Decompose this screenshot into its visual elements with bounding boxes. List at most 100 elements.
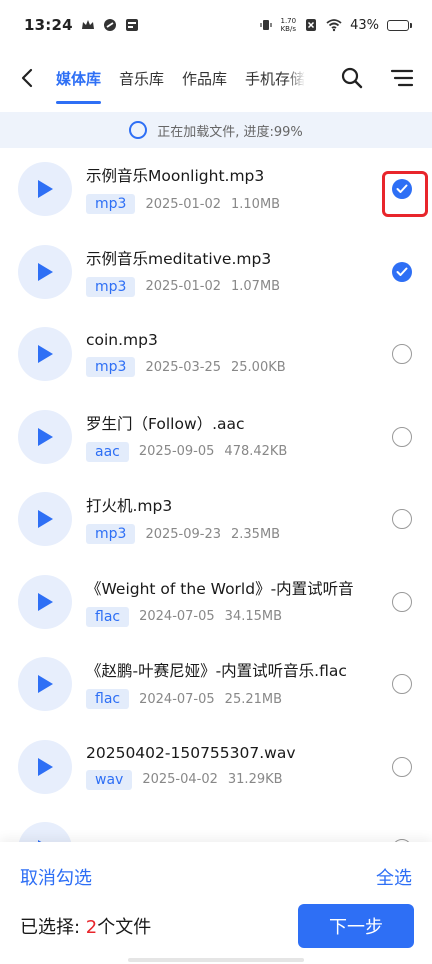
- tab-media-library[interactable]: 媒体库: [56, 50, 102, 106]
- file-info: 罗生门（Follow）.aac aac 2025-09-05 478.42KB: [86, 412, 432, 462]
- crown-icon: [81, 20, 94, 29]
- tab-music-library[interactable]: 音乐库: [119, 50, 164, 106]
- select-checkbox[interactable]: [392, 509, 412, 530]
- file-list-item[interactable]: 示例音乐meditative.mp3 mp3 2025-01-02 1.07MB: [0, 231, 432, 314]
- select-checkbox[interactable]: [392, 426, 412, 447]
- sort-icon[interactable]: [390, 66, 414, 90]
- play-button[interactable]: [18, 822, 72, 842]
- play-button[interactable]: [18, 657, 72, 712]
- status-time: 13:24: [24, 16, 73, 34]
- play-button[interactable]: [18, 162, 72, 217]
- no-sim-icon: [306, 19, 317, 31]
- file-name: 示例音乐Moonlight.mp3: [86, 167, 265, 186]
- home-indicator: [128, 958, 304, 962]
- file-list-item[interactable]: 示例音乐Moonlight.mp3 mp3 2025-01-02 1.10MB: [0, 148, 432, 231]
- deselect-button[interactable]: 取消勾选: [20, 864, 92, 890]
- play-button[interactable]: [18, 244, 72, 299]
- file-size: 1.10MB: [231, 196, 281, 212]
- app-link-icon: [103, 19, 116, 31]
- file-list: 示例音乐Moonlight.mp3 mp3 2025-01-02 1.10MB …: [0, 148, 432, 842]
- file-list-item[interactable]: 《Weight of the World》-内置试听音 flac 2024-07…: [0, 561, 432, 644]
- wifi-icon: [326, 19, 342, 32]
- file-size: 1.07MB: [231, 279, 281, 295]
- play-button[interactable]: [18, 327, 72, 382]
- selected-prefix: 已选择:: [20, 917, 86, 938]
- play-icon: [38, 345, 53, 364]
- file-size: 31.29KB: [227, 772, 283, 788]
- file-name: coin.mp3: [86, 331, 158, 350]
- search-icon[interactable]: [340, 66, 364, 90]
- file-meta: mp3 2025-01-02 1.10MB: [86, 194, 432, 215]
- select-checkbox[interactable]: [392, 756, 412, 777]
- checkmark-icon: [396, 267, 408, 276]
- select-checkbox[interactable]: [392, 261, 412, 282]
- play-icon: [38, 427, 53, 446]
- file-info: coin.mp3 mp3 2025-03-25 25.00KB: [86, 331, 432, 378]
- net-speed-value: 1.70: [280, 17, 297, 25]
- highlight-box: [382, 171, 428, 217]
- file-date: 2025-09-05: [138, 444, 215, 460]
- top-nav: 媒体库 音乐库 作品库 手机存储: [0, 50, 432, 106]
- file-info: 打火机.mp3 mp3 2025-09-23 2.35MB: [86, 494, 432, 545]
- select-all-button[interactable]: 全选: [376, 864, 412, 890]
- file-info: 《Weight of the World》-内置试听音 flac 2024-07…: [86, 577, 432, 627]
- file-type-badge: mp3: [86, 276, 136, 297]
- vibrate-icon: [259, 20, 272, 30]
- file-type-badge: mp3: [86, 194, 136, 215]
- loading-text: 正在加载文件, 进度:99%: [157, 124, 303, 140]
- file-list-item[interactable]: 《赵鹏-叶赛尼娅》-内置试听音乐.flac flac 2024-07-05 25…: [0, 643, 432, 726]
- file-meta: mp3 2025-03-25 25.00KB: [86, 357, 432, 378]
- play-icon: [38, 180, 53, 199]
- net-speed-unit: KB/s: [280, 25, 296, 33]
- play-button[interactable]: [18, 409, 72, 464]
- file-date: 2024-07-05: [139, 609, 215, 625]
- file-list-item[interactable]: 打火机.mp3 mp3 2025-09-23 2.35MB: [0, 478, 432, 561]
- file-meta: mp3 2025-01-02 1.07MB: [86, 276, 432, 297]
- file-meta: wav 2025-04-02 31.29KB: [86, 769, 432, 790]
- file-size: 2.35MB: [231, 526, 281, 542]
- back-button[interactable]: [0, 50, 56, 106]
- file-list-item[interactable]: 20250402-150755307.wav wav 2025-04-02 31…: [0, 726, 432, 809]
- play-button[interactable]: [18, 574, 72, 629]
- next-step-button[interactable]: 下一步: [298, 904, 414, 948]
- file-type-badge: mp3: [86, 357, 136, 378]
- select-checkbox[interactable]: [392, 591, 412, 612]
- loading-banner: 正在加载文件, 进度:99%: [0, 112, 432, 148]
- loading-spinner-icon: [129, 121, 148, 139]
- selected-count: 2: [85, 917, 98, 938]
- tab-works-library[interactable]: 作品库: [182, 50, 227, 106]
- file-meta: flac 2024-07-05 34.15MB: [86, 606, 432, 627]
- file-type-badge: flac: [86, 689, 130, 710]
- file-size: 34.15MB: [224, 609, 283, 625]
- play-icon: [38, 675, 53, 694]
- play-button[interactable]: [18, 492, 72, 547]
- select-checkbox[interactable]: [392, 674, 412, 695]
- file-name: 示例音乐meditative.mp3: [86, 249, 272, 268]
- file-type-badge: wav: [86, 769, 133, 790]
- file-info: 《赵鹏-叶赛尼娅》-内置试听音乐.flac flac 2024-07-05 25…: [86, 659, 432, 710]
- play-icon: [38, 262, 53, 281]
- play-button[interactable]: [18, 739, 72, 794]
- file-type-badge: mp3: [86, 524, 136, 545]
- file-list-item[interactable]: 罗生门（Follow）.aac aac 2025-09-05 478.42KB: [0, 396, 432, 479]
- file-info: 示例音乐Moonlight.mp3 mp3 2025-01-02 1.10MB: [86, 164, 432, 215]
- select-checkbox[interactable]: [392, 344, 412, 365]
- play-icon: [38, 510, 53, 529]
- file-list-item[interactable]: 示例.mp3: [0, 808, 432, 842]
- category-tabs: 媒体库 音乐库 作品库 手机存储: [56, 50, 330, 106]
- play-icon: [38, 757, 53, 776]
- selected-count-text: 已选择: 2个文件: [20, 913, 151, 939]
- battery-icon: [387, 19, 412, 31]
- file-name: 罗生门（Follow）.aac: [86, 414, 245, 433]
- file-size: 25.00KB: [231, 359, 286, 375]
- file-type-badge: aac: [86, 441, 129, 462]
- file-meta: flac 2024-07-05 25.21MB: [86, 689, 432, 710]
- file-list-item[interactable]: coin.mp3 mp3 2025-03-25 25.00KB: [0, 313, 432, 396]
- file-type-badge: flac: [86, 606, 130, 627]
- status-bar: 13:24 1.70 KB/s 43%: [0, 0, 432, 50]
- file-name: 《Weight of the World》-内置试听音: [86, 579, 354, 598]
- tab-phone-storage[interactable]: 手机存储: [245, 50, 305, 106]
- file-size: 478.42KB: [224, 444, 288, 460]
- file-date: 2025-01-02: [145, 279, 221, 295]
- bottom-action-bar: 取消勾选 全选 已选择: 2个文件 下一步: [0, 842, 432, 964]
